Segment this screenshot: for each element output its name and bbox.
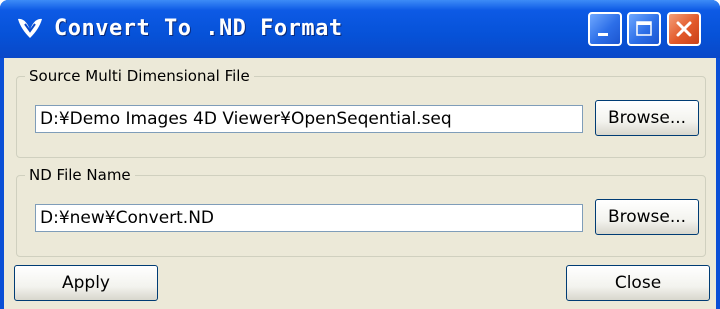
maximize-icon: [636, 21, 652, 36]
close-window-button[interactable]: [667, 12, 701, 46]
nd-file-path-input[interactable]: D:¥new¥Convert.ND: [35, 204, 583, 232]
source-browse-button[interactable]: Browse...: [595, 100, 699, 136]
minimize-icon: [598, 33, 608, 36]
maximize-button[interactable]: [627, 12, 661, 46]
dialog-window: Convert To .ND Format Source Multi Dimen…: [0, 0, 720, 309]
dialog-body: Source Multi Dimensional File D:¥Demo Im…: [4, 58, 716, 309]
nd-file-group-label: ND File Name: [25, 164, 135, 186]
source-file-path-input[interactable]: D:¥Demo Images 4D Viewer¥OpenSeqential.s…: [35, 105, 583, 133]
source-file-group-label: Source Multi Dimensional File: [25, 65, 254, 87]
apply-button[interactable]: Apply: [14, 265, 158, 301]
title-bar[interactable]: Convert To .ND Format: [0, 0, 720, 58]
nd-file-group: ND File Name D:¥new¥Convert.ND Browse...: [16, 164, 706, 257]
nd-browse-button[interactable]: Browse...: [595, 199, 699, 235]
minimize-button[interactable]: [588, 12, 622, 46]
close-button[interactable]: Close: [566, 265, 710, 301]
close-icon: [676, 21, 692, 37]
app-icon: [18, 18, 42, 38]
source-file-group: Source Multi Dimensional File D:¥Demo Im…: [16, 65, 706, 158]
window-title: Convert To .ND Format: [54, 16, 343, 41]
